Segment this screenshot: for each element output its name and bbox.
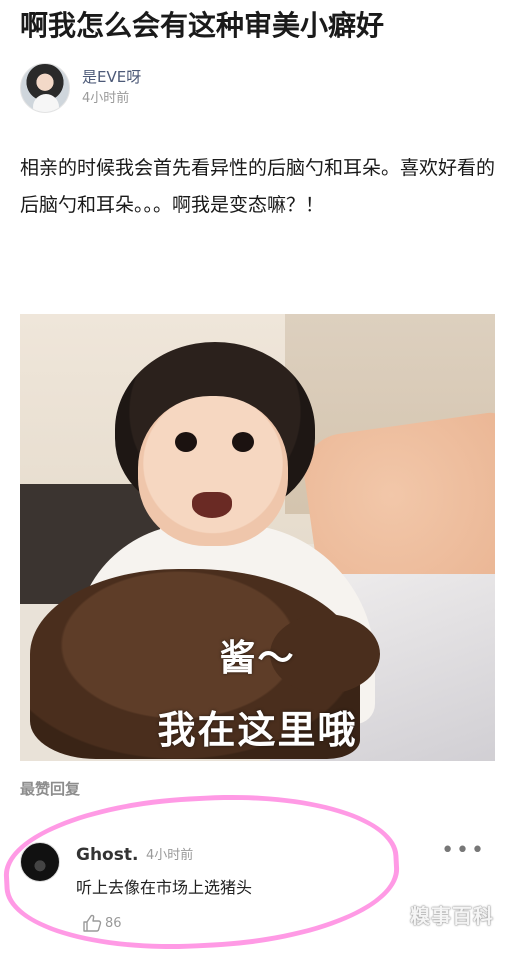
- thumbs-up-icon: [83, 914, 102, 932]
- watermark-logo: 糗事百科: [410, 904, 494, 928]
- reply-text: 听上去像在市场上选猪头: [76, 878, 253, 897]
- like-button[interactable]: 86: [82, 914, 122, 932]
- reply-avatar[interactable]: [20, 842, 60, 882]
- author-row[interactable]: 是EVE呀 4小时前: [20, 62, 141, 114]
- image-child-face: [138, 396, 288, 546]
- image-child-left-eye: [175, 432, 197, 452]
- image-caption-line1: 酱～: [219, 638, 296, 679]
- image-child-mouth: [192, 492, 232, 518]
- reply-item: Ghost. 4小时前 ••• 听上去像在市场上选猪头 86: [20, 838, 496, 948]
- top-replies-label: 最赞回复: [20, 780, 81, 798]
- author-avatar[interactable]: [20, 63, 70, 113]
- more-options-icon[interactable]: •••: [441, 840, 486, 862]
- post-time: 4小时前: [82, 91, 130, 106]
- author-name[interactable]: 是EVE呀: [82, 67, 141, 87]
- image-caption-line2: 我在这里哦: [157, 708, 358, 752]
- image-child-right-eye: [232, 432, 254, 452]
- author-meta: 是EVE呀 4小时前: [82, 67, 141, 109]
- post-body-text: 相亲的时候我会首先看异性的后脑勺和耳朵。喜欢好看的后脑勺和耳朵。。。啊我是变态嘛…: [20, 157, 496, 216]
- post-image[interactable]: 酱～ 我在这里哦: [20, 314, 495, 761]
- like-count: 86: [105, 915, 122, 931]
- reply-time: 4小时前: [146, 848, 194, 863]
- post-title: 啊我怎么会有这种审美小癖好: [20, 9, 385, 42]
- reply-author-name[interactable]: Ghost.: [76, 844, 138, 866]
